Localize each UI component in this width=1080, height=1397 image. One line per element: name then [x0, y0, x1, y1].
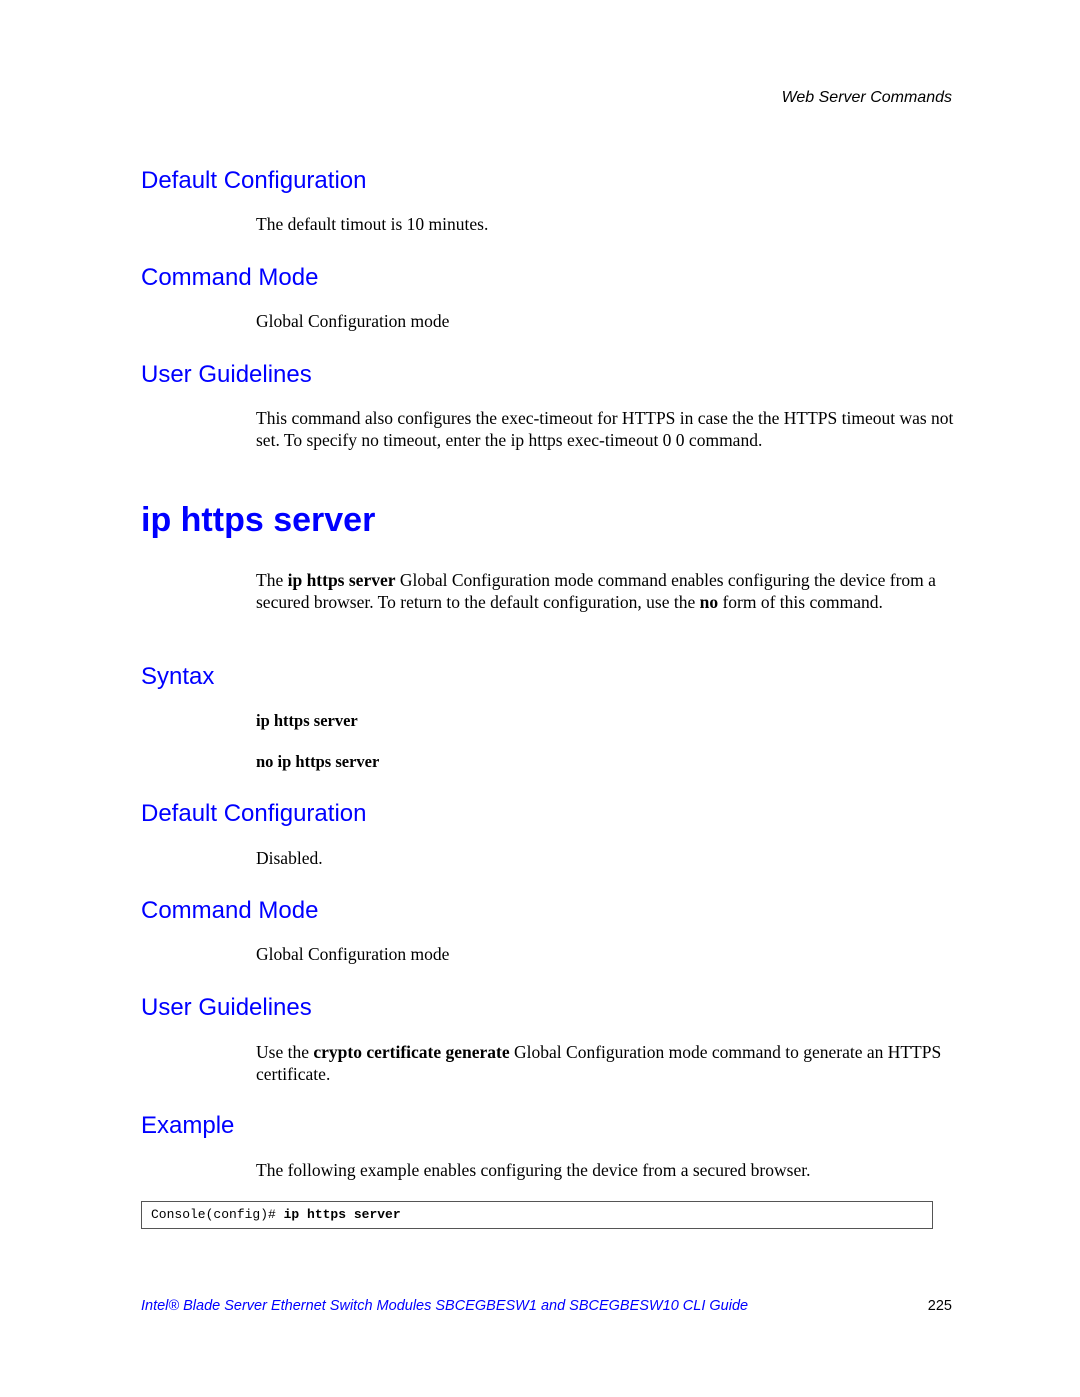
default-configuration-text: Disabled. — [256, 848, 323, 868]
description-bold-no: no — [699, 591, 719, 612]
guidelines-bold-command: crypto certificate generate — [313, 1042, 510, 1062]
code-prompt: Console(config)# — [151, 1207, 284, 1222]
code-example-box: Console(config)# ip https server — [141, 1201, 933, 1229]
command-mode-text: Global Configuration mode — [256, 311, 450, 331]
footer-title: Intel® Blade Server Ethernet Switch Modu… — [141, 1298, 749, 1314]
user-guidelines-text: Use the crypto certificate generate Glob… — [256, 1042, 956, 1085]
heading-command-mode: Command Mode — [141, 264, 319, 291]
example-text: The following example enables configurin… — [256, 1160, 811, 1180]
page-number: 225 — [927, 1298, 952, 1314]
guidelines-part1: Use the — [256, 1042, 314, 1062]
running-header: Web Server Commands — [781, 89, 952, 106]
code-command: ip https server — [283, 1207, 401, 1222]
description-part1: The — [256, 570, 288, 590]
description-part3: form of this command. — [718, 591, 883, 612]
default-configuration-text: The default timout is 10 minutes. — [256, 214, 489, 234]
heading-user-guidelines: User Guidelines — [141, 994, 312, 1021]
heading-user-guidelines: User Guidelines — [141, 361, 312, 388]
heading-default-configuration: Default Configuration — [141, 167, 367, 194]
heading-command-mode: Command Mode — [141, 897, 319, 924]
syntax-line: ip https server — [256, 711, 358, 730]
syntax-line: no ip https server — [256, 752, 380, 771]
command-mode-text: Global Configuration mode — [256, 944, 450, 964]
command-title: ip https server — [141, 501, 376, 539]
description-bold-command: ip https server — [287, 570, 396, 590]
heading-example: Example — [141, 1112, 235, 1139]
heading-syntax: Syntax — [141, 663, 215, 690]
user-guidelines-text: This command also configures the exec-ti… — [256, 408, 954, 450]
command-description: The ip https server Global Configuration… — [256, 570, 956, 613]
heading-default-configuration: Default Configuration — [141, 800, 367, 827]
